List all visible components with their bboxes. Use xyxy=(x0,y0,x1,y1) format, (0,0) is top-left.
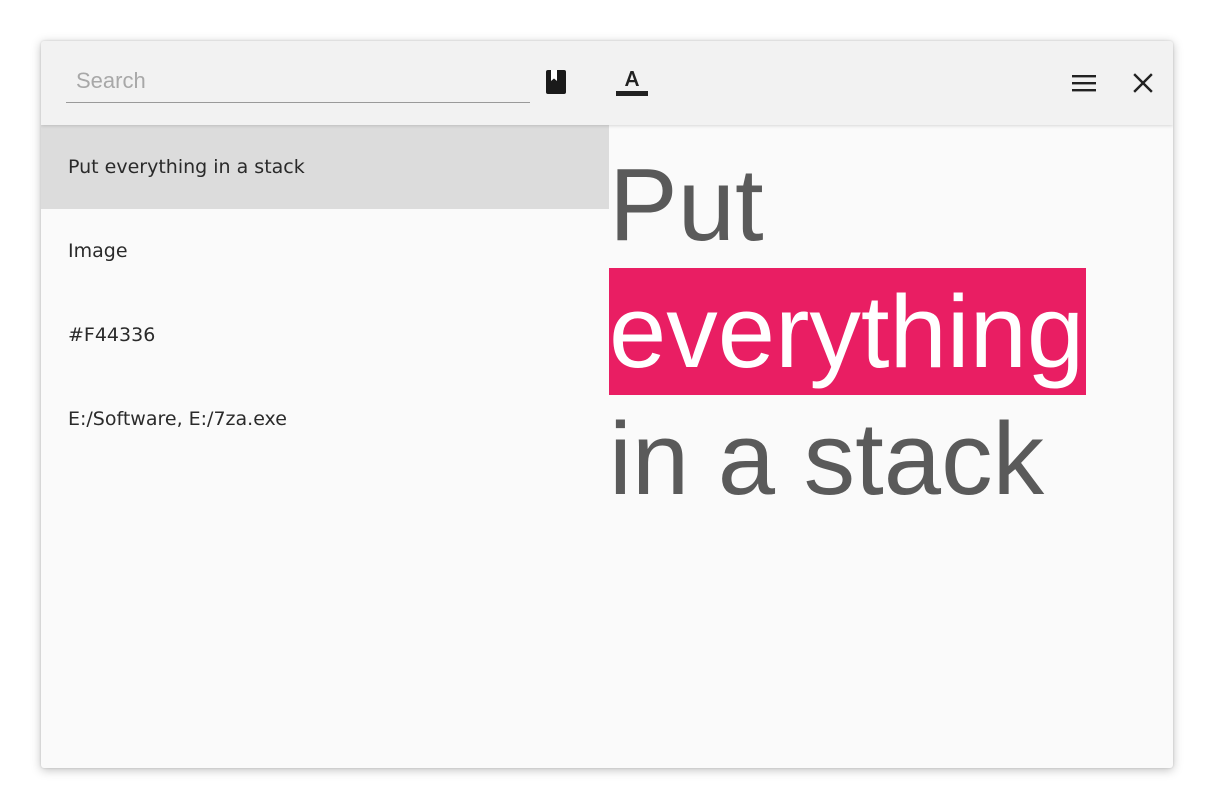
close-icon xyxy=(1133,73,1153,93)
preview-text: Put everything in a stack xyxy=(609,141,1087,522)
list-item[interactable]: #F44336 xyxy=(41,293,609,377)
list-item[interactable]: Put everything in a stack xyxy=(41,125,609,209)
preview-line-highlighted: everything xyxy=(609,268,1087,395)
preview-highlight: everything xyxy=(609,268,1087,395)
book-icon xyxy=(546,70,566,94)
close-button[interactable] xyxy=(1123,63,1163,103)
menu-button[interactable] xyxy=(1064,63,1104,103)
list-item[interactable]: E:/Software, E:/7za.exe xyxy=(41,377,609,461)
text-format-icon xyxy=(616,71,648,96)
text-format-button[interactable] xyxy=(612,62,652,102)
preview-line: Put xyxy=(609,147,764,262)
preview-line: in a stack xyxy=(609,401,1045,516)
clip-list: Put everything in a stack Image #F44336 … xyxy=(41,125,609,768)
clipboard-window: Put everything in a stack Image #F44336 … xyxy=(41,41,1173,768)
book-button[interactable] xyxy=(536,62,576,102)
list-item[interactable]: Image xyxy=(41,209,609,293)
menu-icon xyxy=(1072,75,1096,92)
preview-pane: Put everything in a stack xyxy=(609,125,1173,768)
toolbar xyxy=(41,41,1173,125)
search-input[interactable] xyxy=(66,59,530,103)
